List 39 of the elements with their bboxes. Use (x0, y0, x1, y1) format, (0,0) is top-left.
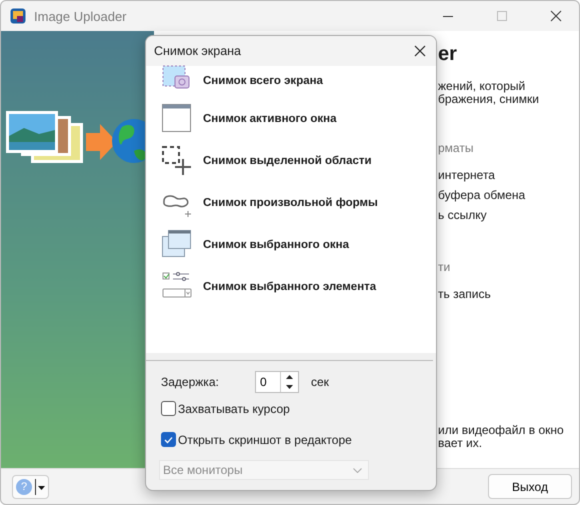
window-title: Image Uploader (34, 8, 128, 24)
app-icon (10, 8, 26, 24)
checkbox-label: Открыть скриншот в редакторе (178, 432, 352, 446)
intro-text: бражения, снимки (438, 93, 540, 106)
capture-option[interactable]: Снимок произвольной формы (161, 182, 436, 224)
capture-option[interactable]: Снимок всего экрана (161, 66, 436, 98)
capture-option[interactable]: Снимок активного окна (161, 98, 436, 140)
capture-option[interactable]: Снимок выбранного элемента (161, 266, 436, 308)
capture-option[interactable]: Снимок выделенной области (161, 140, 436, 182)
chevron-icon (353, 468, 362, 472)
delay-label: Задержка: (161, 375, 220, 389)
close-icon[interactable] (414, 45, 426, 57)
delay-field[interactable]: 0 (256, 372, 280, 392)
welcome-heading: er (438, 43, 458, 66)
action-link[interactable]: буфера обмена (438, 185, 579, 205)
checkbox[interactable] (161, 432, 176, 447)
maximize-icon (497, 11, 507, 21)
section-title: рматы (438, 142, 474, 155)
action-link[interactable]: ть запись (438, 284, 579, 304)
delay-spinner[interactable]: 0 (255, 371, 299, 393)
check-icon (164, 436, 173, 444)
dialog-title: Снимок экрана (154, 44, 242, 58)
intro-text: жений, который (438, 80, 526, 93)
up-arrow-icon (286, 375, 292, 379)
active-window-icon (161, 103, 193, 135)
hint-text: вает их. (438, 437, 482, 450)
close-icon (550, 10, 562, 22)
down-arrow-icon (286, 385, 292, 389)
capture-option[interactable]: Снимок выбранного окна (161, 224, 436, 266)
exit-button[interactable]: Выход (488, 474, 572, 499)
hint-text: или видеофайл в окно (438, 424, 565, 437)
action-link[interactable]: ь ссылку (438, 205, 579, 225)
section-title: ти (438, 261, 452, 274)
action-link[interactable]: интернета (438, 165, 579, 185)
unit-label: сек (311, 375, 329, 389)
region-icon (161, 145, 193, 177)
caret-icon (35, 478, 45, 494)
checkbox[interactable] (161, 401, 176, 416)
checkbox-label: Захватывать курсор (178, 402, 290, 416)
